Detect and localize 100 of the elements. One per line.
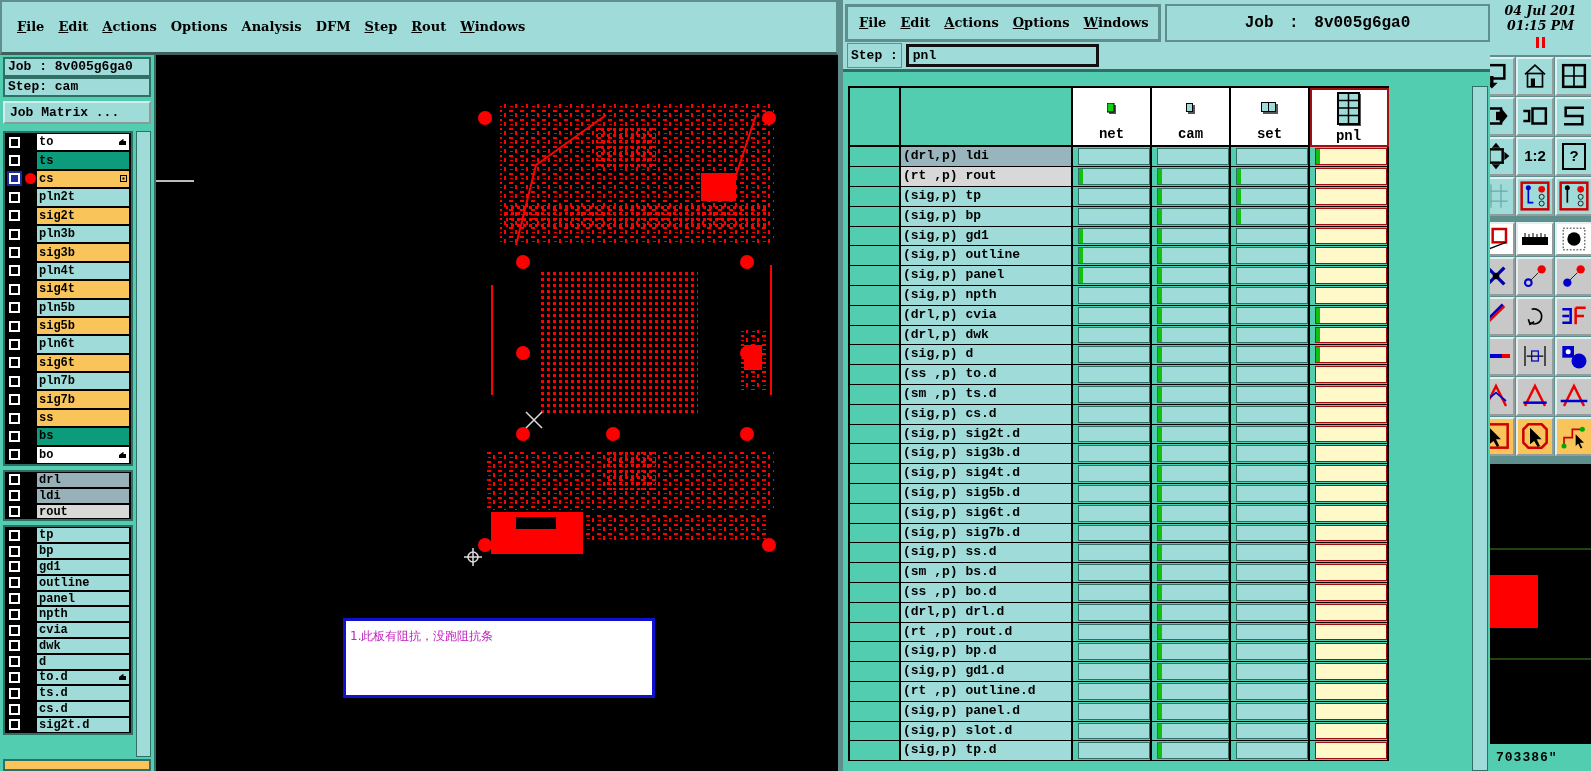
- tool-button[interactable]: [1516, 416, 1554, 456]
- matrix-cell[interactable]: [1236, 722, 1308, 740]
- layer-item[interactable]: d: [37, 654, 129, 669]
- layer-item[interactable]: sig7b: [37, 391, 129, 408]
- matrix-cell[interactable]: [1157, 188, 1229, 205]
- matrix-cell[interactable]: [1157, 168, 1229, 185]
- matrix-cell[interactable]: [1315, 227, 1387, 245]
- matrix-cell[interactable]: [1157, 702, 1229, 720]
- matrix-cell[interactable]: [1315, 148, 1387, 166]
- matrix-cell[interactable]: [1236, 564, 1308, 581]
- matrix-cell[interactable]: [1236, 603, 1308, 621]
- matrix-cell[interactable]: [1236, 286, 1308, 304]
- tool-button[interactable]: [1555, 336, 1591, 376]
- tool-button[interactable]: [1516, 256, 1554, 296]
- menu-item[interactable]: File: [852, 13, 894, 33]
- layer-item[interactable]: pln4t: [37, 262, 129, 280]
- checkbox[interactable]: [9, 545, 20, 557]
- matrix-cell[interactable]: [1157, 524, 1229, 542]
- menu-item[interactable]: Analysis: [234, 17, 309, 37]
- matrix-cell[interactable]: [1157, 366, 1229, 383]
- layer-name-cell[interactable]: (rt ,p) rout.d: [901, 622, 1073, 643]
- layer-name-cell[interactable]: (sig,p) gd1: [901, 226, 1073, 247]
- row-header-cell[interactable]: [850, 662, 901, 682]
- matrix-cell[interactable]: [1078, 306, 1150, 324]
- layer-item[interactable]: sig2t: [37, 207, 129, 224]
- checkbox[interactable]: [9, 357, 20, 369]
- layer-item[interactable]: npth: [37, 607, 129, 622]
- layer-name-cell[interactable]: (sm ,p) bs.d: [901, 563, 1073, 583]
- matrix-cell[interactable]: [1315, 247, 1387, 265]
- matrix-cell[interactable]: [1236, 643, 1308, 661]
- matrix-cell[interactable]: [1315, 643, 1387, 661]
- layer-name-cell[interactable]: (rt ,p) rout: [901, 167, 1073, 187]
- layer-item[interactable]: to.d: [37, 670, 129, 685]
- matrix-cell[interactable]: [1078, 564, 1150, 581]
- layer-item[interactable]: sig5b: [37, 317, 129, 335]
- matrix-cell[interactable]: [1236, 188, 1308, 205]
- checkbox[interactable]: [9, 155, 20, 167]
- matrix-cell[interactable]: [1157, 603, 1229, 621]
- row-header-cell[interactable]: [850, 147, 901, 168]
- matrix-cell[interactable]: [1078, 425, 1150, 443]
- layer-name-cell[interactable]: (drl,p) cvia: [901, 305, 1073, 326]
- checkbox[interactable]: [9, 719, 20, 731]
- matrix-cell[interactable]: [1078, 524, 1150, 542]
- checkbox[interactable]: [9, 656, 20, 668]
- matrix-cell[interactable]: [1157, 722, 1229, 740]
- menu-item[interactable]: Windows: [1076, 13, 1156, 33]
- matrix-cell[interactable]: [1078, 484, 1150, 502]
- matrix-cell[interactable]: [1157, 465, 1229, 482]
- tool-button[interactable]: [1555, 416, 1591, 456]
- layer-item[interactable]: sig4t: [37, 281, 129, 298]
- layer-item[interactable]: panel: [37, 591, 129, 606]
- matrix-cell[interactable]: [1236, 207, 1308, 225]
- checkbox[interactable]: [9, 687, 20, 699]
- layer-item[interactable]: drl: [37, 473, 129, 487]
- menu-item[interactable]: Actions: [95, 17, 164, 37]
- layer-name-cell[interactable]: (sig,p) gd1.d: [901, 662, 1073, 682]
- matrix-cell[interactable]: [1236, 742, 1308, 760]
- layer-name-cell[interactable]: (sig,p) tp: [901, 187, 1073, 207]
- matrix-cell[interactable]: [1315, 623, 1387, 641]
- layer-name-cell[interactable]: (sig,p) d: [901, 345, 1073, 366]
- row-header-cell[interactable]: [850, 701, 901, 722]
- checkbox[interactable]: [9, 593, 20, 604]
- checkbox[interactable]: [9, 320, 20, 332]
- matrix-cell[interactable]: [1157, 267, 1229, 284]
- layer-item[interactable]: pln5b: [37, 299, 129, 316]
- step-column-header[interactable]: cam: [1152, 88, 1231, 148]
- tool-button[interactable]: [1555, 256, 1591, 296]
- row-header-cell[interactable]: [850, 384, 901, 405]
- matrix-cell[interactable]: [1157, 643, 1229, 661]
- matrix-cell[interactable]: [1157, 207, 1229, 225]
- checkbox[interactable]: [9, 173, 20, 185]
- row-header-cell[interactable]: [850, 602, 901, 623]
- checkbox[interactable]: [9, 191, 20, 203]
- matrix-cell[interactable]: [1315, 385, 1387, 403]
- tool-button[interactable]: [1555, 56, 1591, 96]
- checkbox[interactable]: [9, 375, 20, 387]
- matrix-cell[interactable]: [1315, 564, 1387, 581]
- matrix-cell[interactable]: [1078, 366, 1150, 383]
- layer-name-cell[interactable]: (sig,p) cs.d: [901, 404, 1073, 425]
- matrix-cell[interactable]: [1315, 425, 1387, 443]
- menu-item[interactable]: Step: [357, 17, 405, 37]
- tool-button[interactable]: [1516, 336, 1554, 376]
- layer-item[interactable]: cvia: [37, 623, 129, 637]
- matrix-cell[interactable]: [1236, 267, 1308, 284]
- row-header-cell[interactable]: [850, 187, 901, 207]
- matrix-cell[interactable]: [1236, 682, 1308, 700]
- matrix-cell[interactable]: [1315, 346, 1387, 364]
- matrix-cell[interactable]: [1236, 702, 1308, 720]
- menu-item[interactable]: File: [10, 17, 52, 37]
- matrix-cell[interactable]: [1236, 465, 1308, 482]
- tool-button[interactable]: [1555, 296, 1591, 336]
- row-header-cell[interactable]: [850, 226, 901, 247]
- scrollbar[interactable]: [1472, 86, 1488, 771]
- checkbox[interactable]: [9, 265, 20, 277]
- step-field[interactable]: pnl: [905, 44, 1099, 67]
- matrix-cell[interactable]: [1157, 484, 1229, 502]
- matrix-cell[interactable]: [1078, 742, 1150, 760]
- matrix-cell[interactable]: [1315, 286, 1387, 304]
- row-header-cell[interactable]: [850, 424, 901, 445]
- matrix-cell[interactable]: [1078, 623, 1150, 641]
